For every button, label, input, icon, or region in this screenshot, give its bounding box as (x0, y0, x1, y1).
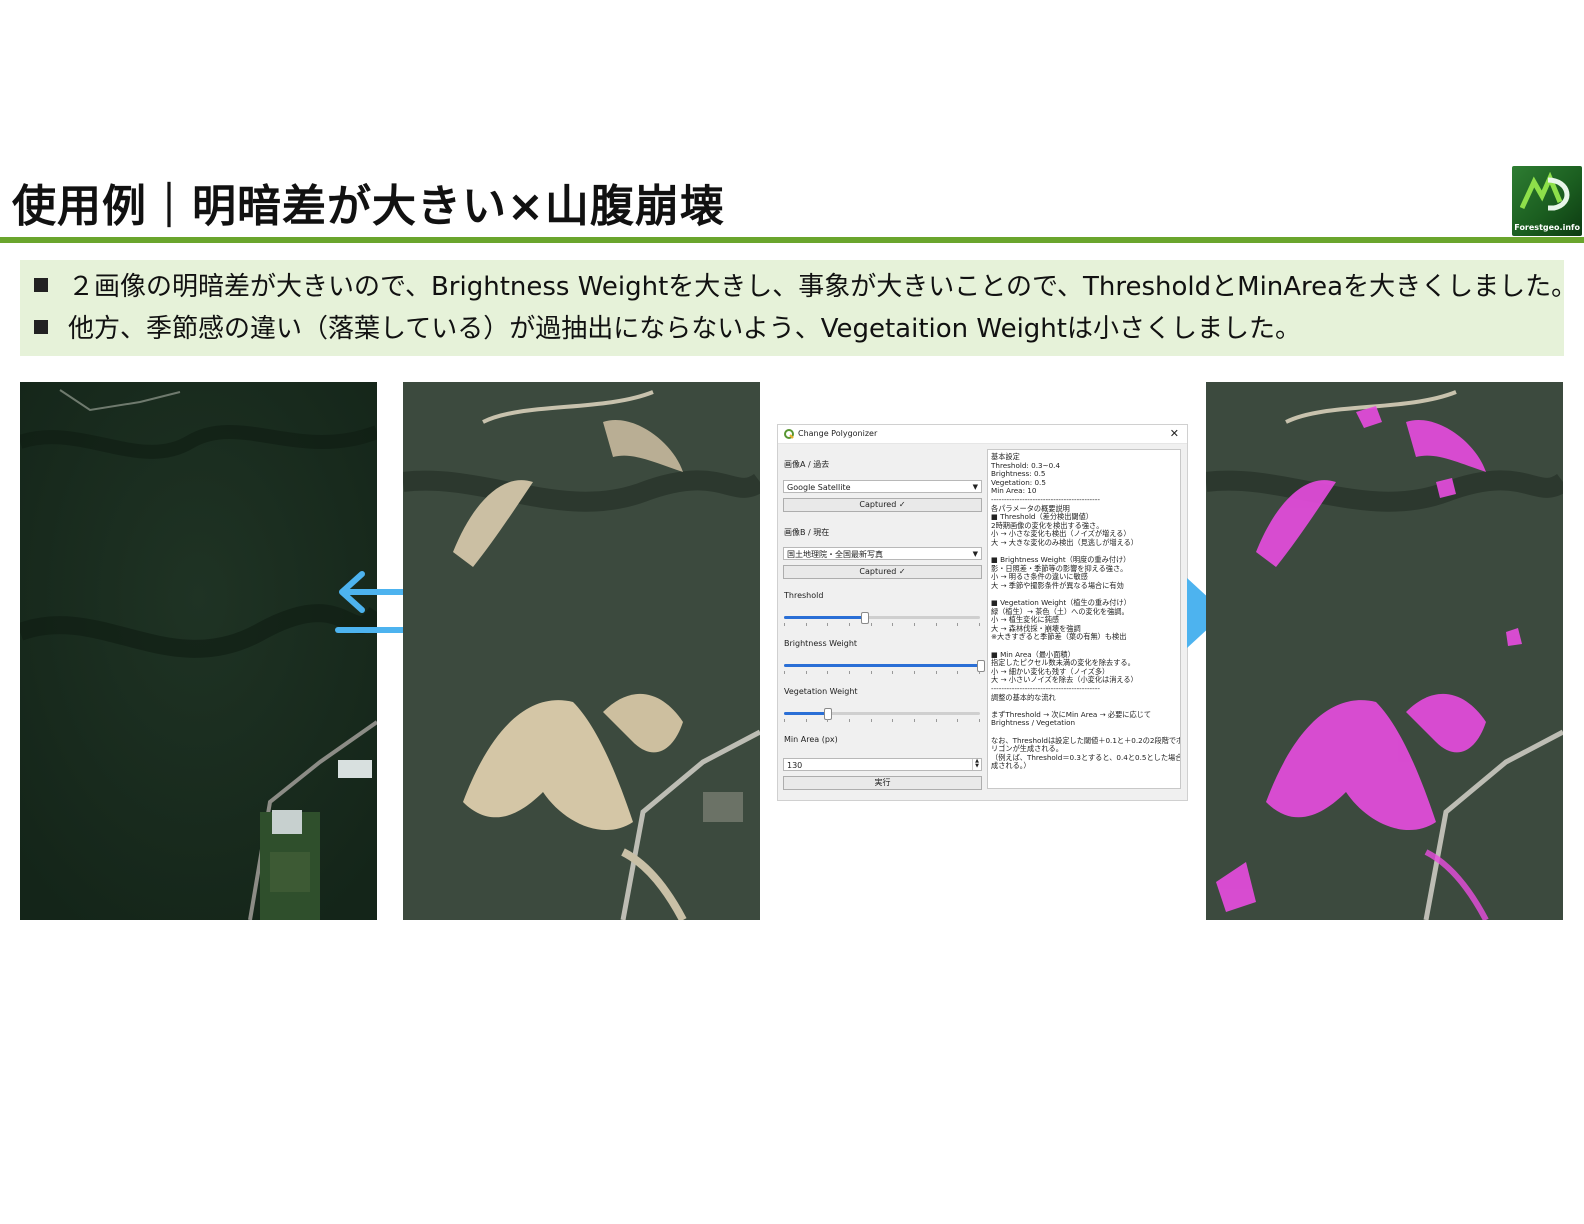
chevron-down-icon: ▼ (972, 550, 978, 558)
forestgeo-logo: Forestgeo.info (1512, 166, 1582, 236)
change-polygonizer-dialog: Change Polygonizer ✕ 画像A / 過去 Google Sat… (777, 424, 1188, 801)
image-a-capture-button[interactable]: Captured ✓ (783, 498, 982, 512)
threshold-slider[interactable] (784, 611, 980, 626)
bullet-square-icon (34, 277, 48, 292)
min-area-value: 130 (787, 761, 803, 770)
bullet-square-icon (34, 319, 48, 334)
qgis-icon (784, 429, 794, 439)
after-aerial-photo (403, 382, 760, 920)
help-text-panel: 基本設定 Threshold: 0.3~0.4 Brightness: 0.5 … (987, 449, 1181, 789)
before-aerial-photo (20, 382, 377, 920)
bullet-text: 他方、季節感の違い（落葉している）が過抽出にならないよう、Vegetaition… (68, 314, 1301, 344)
brightness-label: Brightness Weight (784, 639, 858, 648)
threshold-label: Threshold (784, 591, 824, 600)
vegetation-slider[interactable] (784, 707, 980, 722)
spin-arrows-icon[interactable]: ▲ ▼ (972, 759, 981, 770)
min-area-spinbox[interactable]: 130 ▲ ▼ (783, 758, 982, 771)
title-underline (0, 237, 1584, 243)
image-a-value: Google Satellite (787, 483, 851, 492)
min-area-label: Min Area (px) (784, 735, 838, 744)
image-b-value: 国土地理院・全国最新写真 (787, 550, 883, 559)
logo-text: Forestgeo.info (1514, 223, 1580, 232)
brightness-slider[interactable] (784, 659, 985, 674)
result-aerial-photo (1206, 382, 1563, 920)
bullet-text: ２画像の明暗差が大きいので、Brightness Weightを大きし、事象が大… (68, 272, 1578, 302)
dialog-titlebar: Change Polygonizer ✕ (778, 425, 1187, 444)
dialog-title: Change Polygonizer (798, 429, 878, 438)
image-a-select[interactable]: Google Satellite ▼ (783, 480, 982, 493)
image-b-select[interactable]: 国土地理院・全国最新写真 ▼ (783, 547, 982, 560)
bullet-item: ２画像の明暗差が大きいので、Brightness Weightを大きし、事象が大… (34, 266, 1577, 303)
image-a-label: 画像A / 過去 (784, 460, 830, 469)
image-b-capture-button[interactable]: Captured ✓ (783, 565, 982, 579)
slide-title: 使用例｜明暗差が大きい×山腹崩壊 (12, 181, 725, 232)
bullet-item: 他方、季節感の違い（落葉している）が過抽出にならないよう、Vegetaition… (34, 308, 1301, 345)
logo-mark-icon (1520, 172, 1570, 211)
run-button[interactable]: 実行 (783, 776, 982, 790)
chevron-down-icon: ▼ (972, 483, 978, 491)
close-icon[interactable]: ✕ (1170, 427, 1179, 440)
bullet-box: ２画像の明暗差が大きいので、Brightness Weightを大きし、事象が大… (20, 260, 1577, 356)
image-b-label: 画像B / 現在 (784, 528, 830, 537)
vegetation-label: Vegetation Weight (784, 687, 858, 696)
